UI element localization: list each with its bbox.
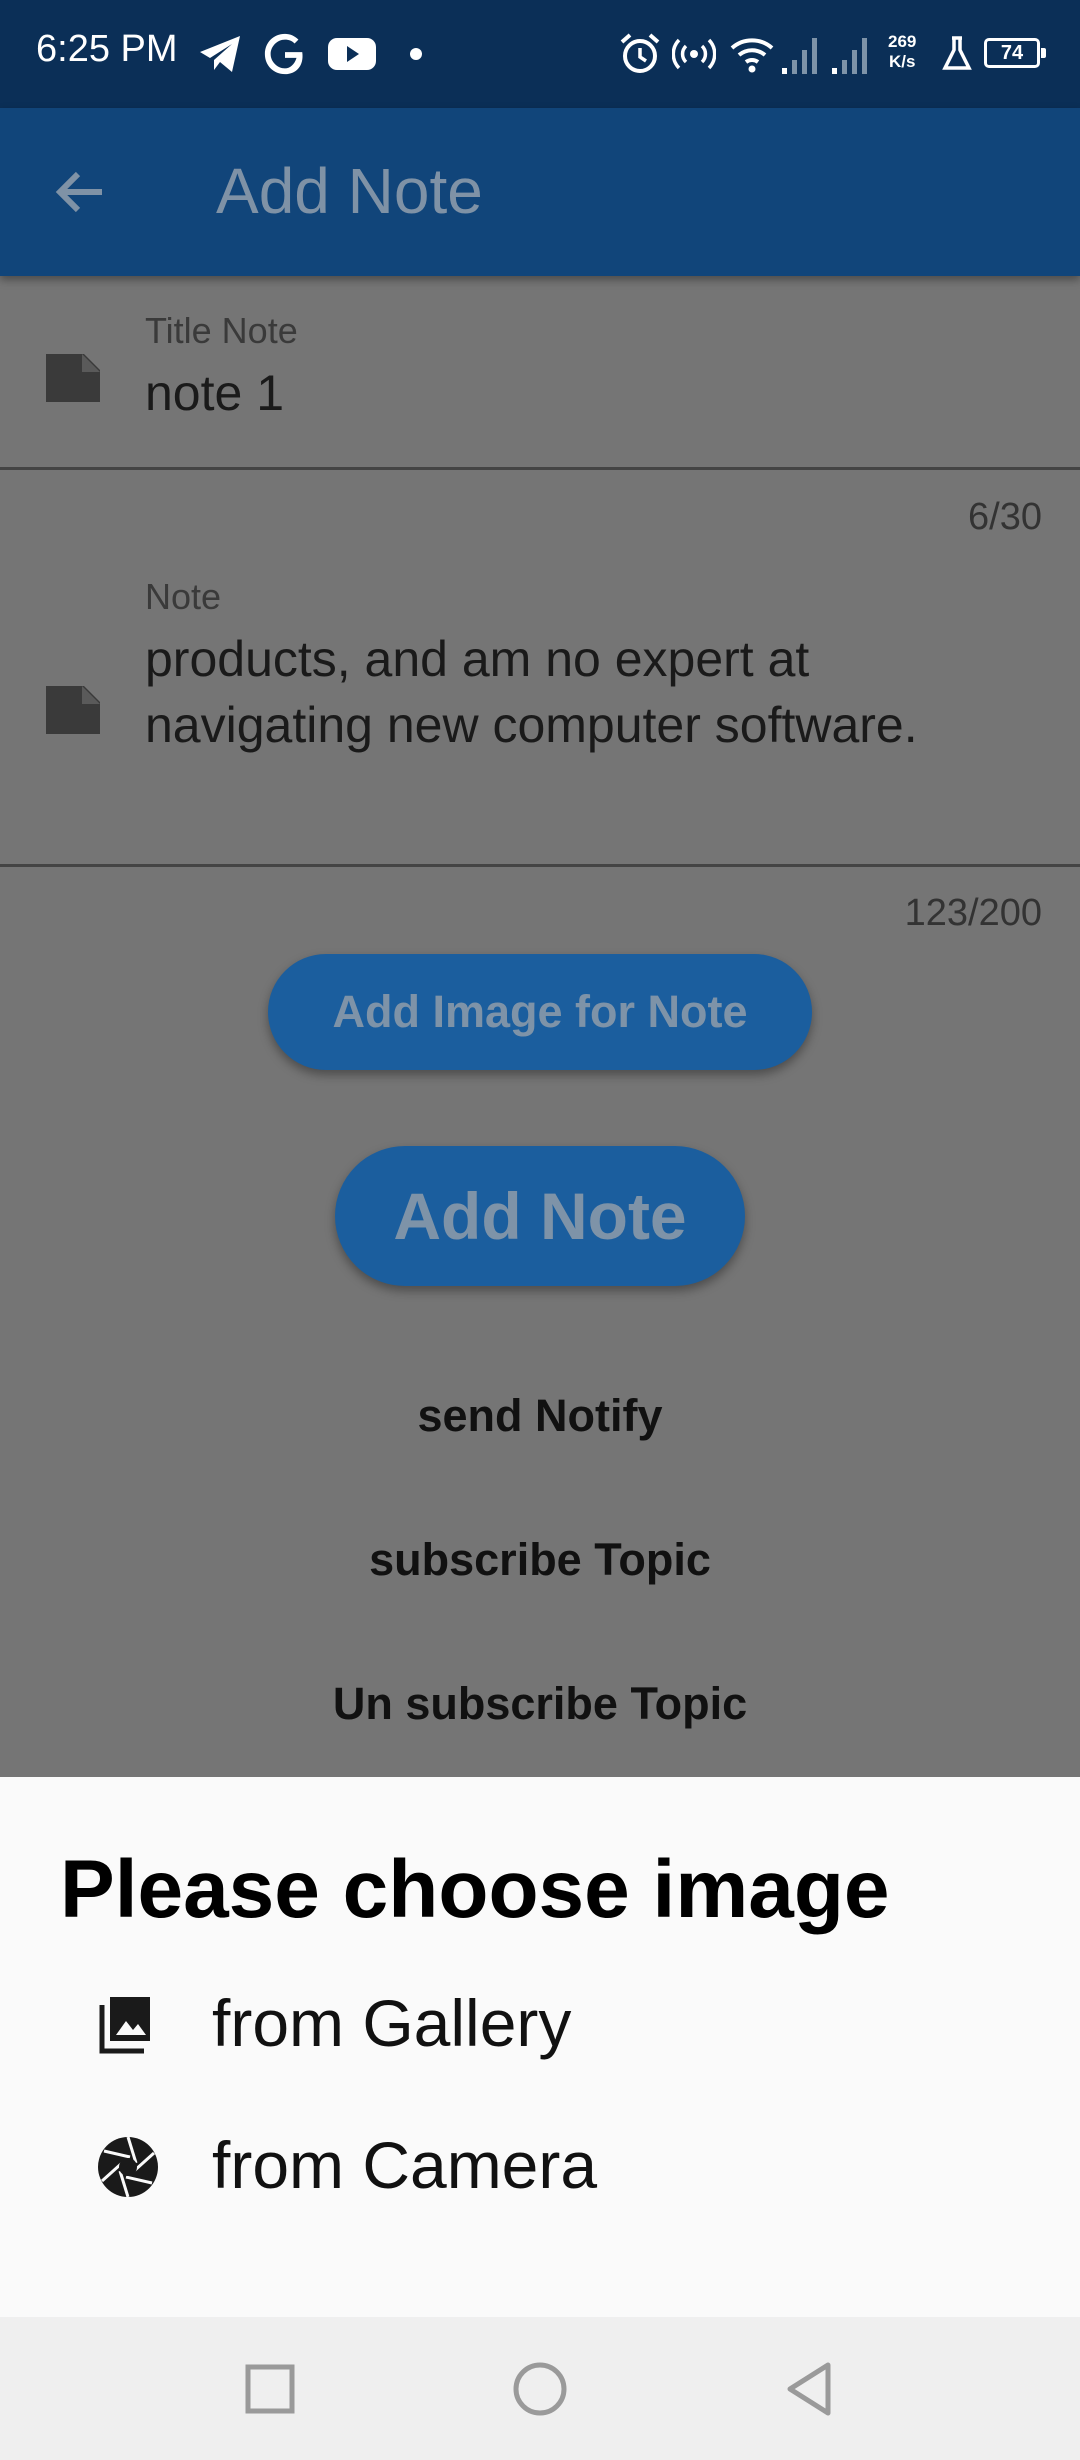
unsubscribe-topic-button[interactable]: Un subscribe Topic xyxy=(0,1678,1080,1730)
status-bar: 6:25 PM 269 K/s 74 xyxy=(0,0,1080,108)
wifi-icon xyxy=(730,38,774,73)
from-camera-label: from Camera xyxy=(212,2128,598,2202)
camera-shutter-icon xyxy=(98,2136,158,2198)
system-nav-bar xyxy=(0,2317,1080,2460)
from-camera-option[interactable]: from Camera xyxy=(0,2105,1080,2225)
note-counter: 123/200 xyxy=(904,892,1042,934)
image-icon xyxy=(99,1997,150,2054)
youtube-icon xyxy=(328,38,376,70)
net-speed-value: 269 xyxy=(888,32,917,51)
note-icon xyxy=(46,686,100,734)
title-note-underline xyxy=(0,467,1080,470)
add-image-button[interactable]: Add Image for Note xyxy=(268,954,812,1070)
back-triangle-icon[interactable] xyxy=(776,2357,840,2421)
home-circle-icon[interactable] xyxy=(508,2357,572,2421)
image-picker-sheet: Please choose image from Gallery from Ca… xyxy=(0,1777,1080,2317)
telegram-icon xyxy=(200,36,240,72)
send-notify-button[interactable]: send Notify xyxy=(0,1390,1080,1442)
sheet-title: Please choose image xyxy=(60,1844,890,1935)
note-input[interactable]: products, and am no expert at navigating… xyxy=(145,626,1025,758)
google-icon xyxy=(264,33,303,75)
title-note-input[interactable]: note 1 xyxy=(145,360,1025,426)
signal-icon xyxy=(782,38,817,74)
from-gallery-option[interactable]: from Gallery xyxy=(0,1963,1080,2083)
note-label: Note xyxy=(145,576,222,617)
app-bar: Add Note xyxy=(0,108,1080,276)
note-icon xyxy=(46,354,100,402)
hotspot-icon xyxy=(672,38,716,70)
note-field[interactable]: Note products, and am no expert at navig… xyxy=(0,560,1080,870)
add-note-button[interactable]: Add Note xyxy=(335,1146,745,1286)
arrow-back-icon[interactable] xyxy=(40,152,120,232)
subscribe-topic-button[interactable]: subscribe Topic xyxy=(0,1534,1080,1586)
alarm-icon xyxy=(620,33,660,73)
page-title: Add Note xyxy=(216,155,483,227)
from-gallery-label: from Gallery xyxy=(212,1986,572,2060)
battery-level: 74 xyxy=(1000,42,1024,64)
net-speed-unit: K/s xyxy=(888,52,916,71)
title-note-label: Title Note xyxy=(145,310,298,351)
status-time: 6:25 PM xyxy=(36,28,178,70)
recents-square-icon[interactable] xyxy=(238,2357,302,2421)
lab-icon xyxy=(942,36,972,70)
title-note-counter: 6/30 xyxy=(968,496,1042,538)
signal-icon xyxy=(832,38,867,74)
net-speed: 269 K/s xyxy=(888,32,916,72)
dot-icon xyxy=(410,48,422,60)
battery-icon: 74 xyxy=(984,38,1046,68)
note-underline xyxy=(0,864,1080,867)
title-note-field[interactable]: Title Note note 1 xyxy=(0,276,1080,470)
